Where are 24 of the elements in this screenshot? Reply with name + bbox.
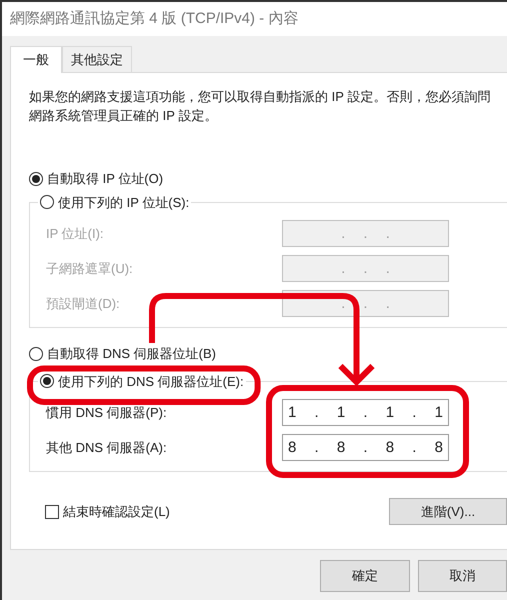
tab[interactable]: 其他設定 <box>62 46 132 72</box>
checkbox-label[interactable]: 結束時確認設定(L) <box>63 502 170 522</box>
window-title: 網際網路通訊協定第 4 版 (TCP/IPv4) - 內容 <box>2 2 507 36</box>
description-text: 如果您的網路支援這項功能，您可以取得自動指派的 IP 設定。否則，您必須詢問網路系統管理員正確的 IP 設定。 <box>29 88 492 125</box>
checkbox[interactable] <box>45 504 59 518</box>
ip-address-field[interactable]: 8 . 8 . 8 . 8 <box>282 434 449 461</box>
dialog-button[interactable]: 取消 <box>418 560 507 592</box>
radio-button[interactable] <box>40 195 54 210</box>
radio-label[interactable]: 使用下列的 IP 位址(S): <box>58 192 190 212</box>
radio-label[interactable]: 自動取得 IP 位址(O) <box>47 169 164 188</box>
ip-address-field[interactable]: 1 . 1 . 1 . 1 <box>282 399 449 426</box>
tab[interactable]: 一般 <box>10 46 62 73</box>
field-label: 子網路遮罩(U): <box>46 260 133 278</box>
radio-label[interactable]: 使用下列的 DNS 伺服器位址(E): <box>58 372 244 391</box>
field-label: 預設閘道(D): <box>46 294 120 313</box>
radio-button[interactable] <box>29 172 43 186</box>
field-label: 慣用 DNS 伺服器(P): <box>46 404 167 422</box>
dialog-button[interactable]: 確定 <box>320 560 410 592</box>
field-label: 其他 DNS 伺服器(A): <box>46 438 167 457</box>
field-label: IP 位址(I): <box>46 224 104 243</box>
radio-button[interactable] <box>29 346 43 361</box>
advanced-button[interactable]: 進階(V)... <box>389 498 507 525</box>
radio-label[interactable]: 自動取得 DNS 伺服器位址(B) <box>47 344 216 364</box>
radio-button[interactable] <box>40 374 54 388</box>
